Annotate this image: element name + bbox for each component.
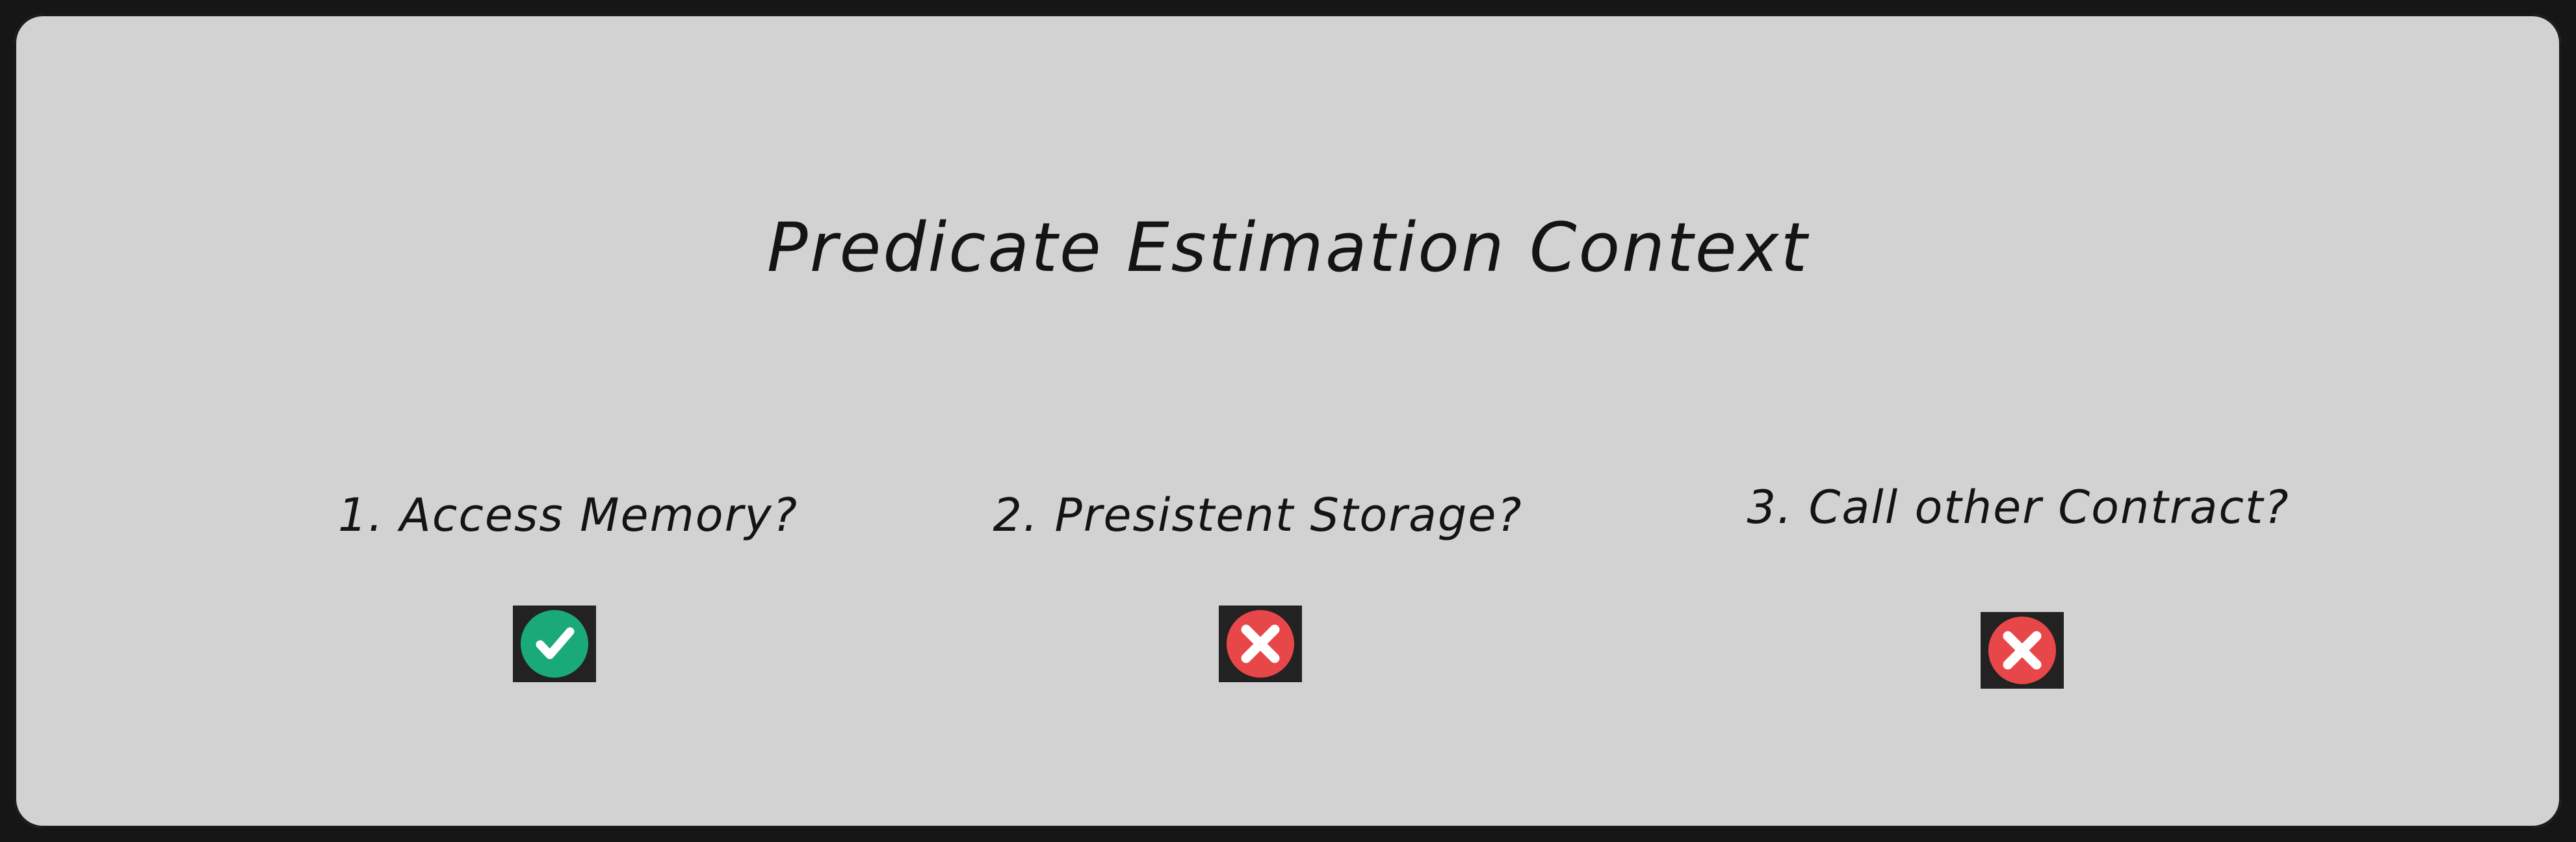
question-call-other-contract: 3. Call other Contract?	[1747, 481, 2290, 534]
check-circle-icon	[513, 606, 596, 682]
question-persistent-storage: 2. Presistent Storage?	[993, 489, 1523, 542]
diagram-title: Predicate Estimation Context	[766, 208, 1810, 287]
x-circle-icon	[1981, 612, 2064, 689]
x-circle-icon	[1219, 606, 1302, 682]
diagram-card	[14, 14, 2561, 828]
canvas-frame: Predicate Estimation Context 1. Access M…	[0, 0, 2576, 842]
question-access-memory: 1. Access Memory?	[338, 489, 798, 542]
